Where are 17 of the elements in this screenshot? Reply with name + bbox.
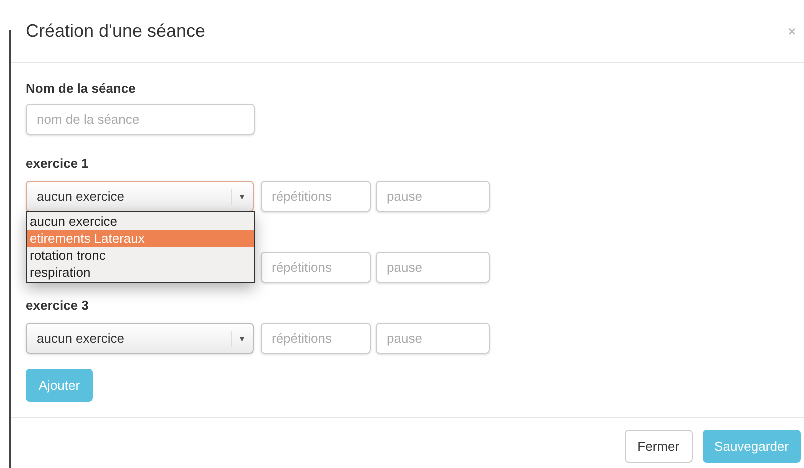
repetitions-field[interactable]: répétitions (261, 252, 371, 283)
exercise-select[interactable]: aucun exercice ▾ (26, 181, 254, 212)
field-label: Nom de la séance (26, 80, 136, 98)
close-button[interactable]: Fermer (624, 430, 693, 463)
pause-field[interactable]: pause (376, 252, 490, 283)
dropdown-option[interactable]: aucun exercice (27, 213, 254, 230)
pause-field[interactable]: pause (376, 323, 490, 354)
dialog-title: Création d'une séance (26, 20, 206, 42)
repetitions-field[interactable]: répétitions (261, 323, 371, 354)
repetitions-field[interactable]: répétitions (261, 181, 371, 212)
dropdown-option[interactable]: respiration (27, 264, 254, 281)
dropdown-option[interactable]: rotation tronc (27, 247, 254, 264)
exercise-select[interactable]: aucun exercice ▾ (26, 323, 254, 354)
session-name-field[interactable]: nom de la séance (26, 104, 255, 135)
exercise-label: exercice 1 (26, 155, 89, 173)
exercise-label: exercice 3 (26, 297, 89, 315)
pause-field[interactable]: pause (376, 181, 490, 212)
